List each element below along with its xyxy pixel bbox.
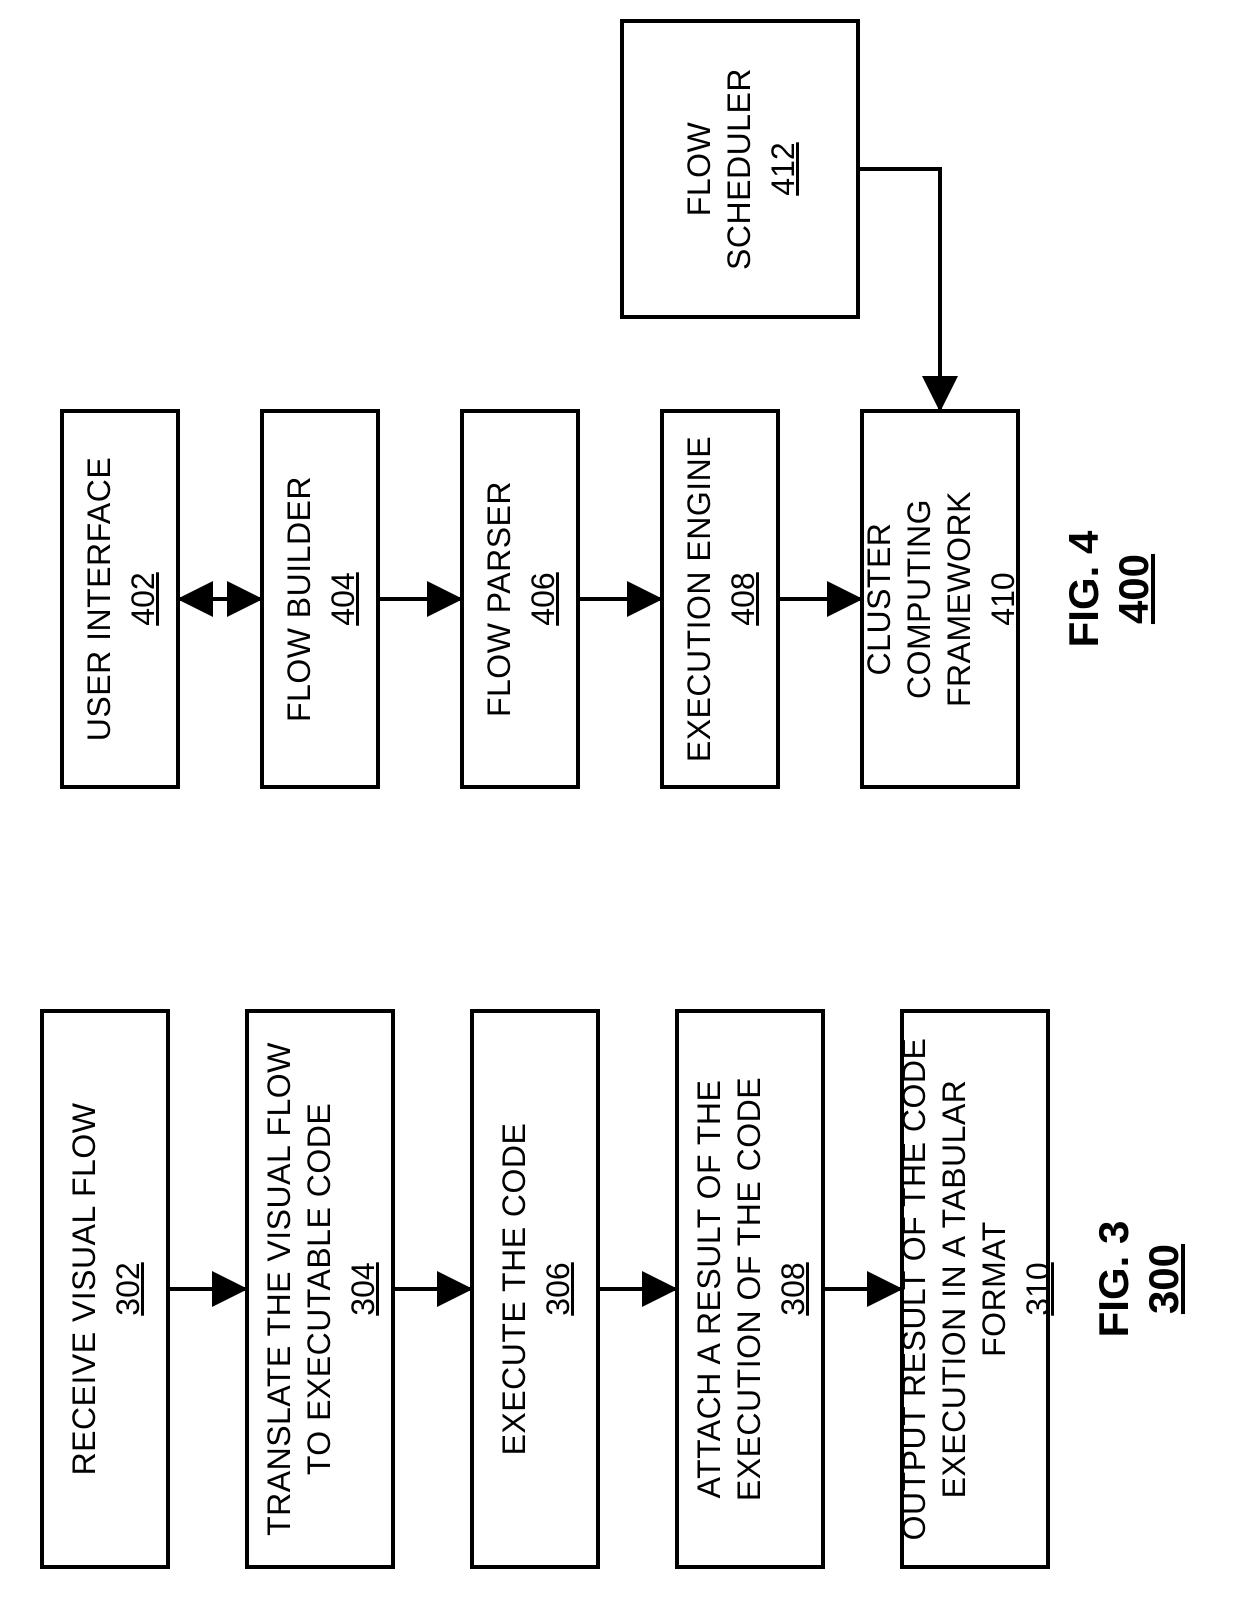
fig4-engine-ref: 408 — [725, 572, 762, 625]
fig4-builder-title: FLOW BUILDER — [279, 476, 319, 722]
fig4-cluster-framework: CLUSTER COMPUTING FRAMEWORK 410 — [860, 409, 1020, 789]
fig4-ui-ref: 402 — [125, 572, 162, 625]
fig3-step-translate: TRANSLATE THE VISUAL FLOW TO EXECUTABLE … — [245, 1009, 395, 1569]
fig4-flow-scheduler: FLOW SCHEDULER 412 — [620, 19, 860, 319]
fig4-flow-builder: FLOW BUILDER 404 — [260, 409, 380, 789]
fig4-user-interface: USER INTERFACE 402 — [60, 409, 180, 789]
fig3-step2-ref: 304 — [345, 1262, 382, 1315]
figure4-caption-visible: FIG. 4 400 — [1060, 499, 1158, 679]
fig3-step-output: OUTPUT RESULT OF THE CODE EXECUTION IN A… — [900, 1009, 1050, 1569]
fig4-sched-ref: 412 — [765, 142, 802, 195]
fig4-parser-title: FLOW PARSER — [479, 481, 519, 717]
fig4-builder-ref: 404 — [325, 572, 362, 625]
fig4-sched-title: FLOW SCHEDULER — [679, 43, 759, 295]
fig3-caption-text: FIG. 3 — [1090, 1221, 1137, 1338]
fig4-parser-ref: 406 — [525, 572, 562, 625]
fig4-cluster-title: CLUSTER COMPUTING FRAMEWORK — [859, 433, 979, 765]
fig4-caption-ref: 400 — [1110, 499, 1158, 679]
fig3-step5-title: OUTPUT RESULT OF THE CODE EXECUTION IN A… — [894, 1033, 1014, 1545]
fig4-flow-parser: FLOW PARSER 406 — [460, 409, 580, 789]
fig3-step4-ref: 308 — [775, 1262, 812, 1315]
fig3-step3-ref: 306 — [540, 1262, 577, 1315]
fig3-step1-title: RECEIVE VISUAL FLOW — [64, 1103, 104, 1476]
fig4-execution-engine: EXECUTION ENGINE 408 — [660, 409, 780, 789]
fig3-step2-title: TRANSLATE THE VISUAL FLOW TO EXECUTABLE … — [259, 1033, 339, 1545]
fig3-step3-title: EXECUTE THE CODE — [494, 1123, 534, 1456]
fig3-step5-ref: 310 — [1020, 1262, 1057, 1315]
fig3-step1-ref: 302 — [110, 1262, 147, 1315]
fig3-step-execute: EXECUTE THE CODE 306 — [470, 1009, 600, 1569]
fig3-step-receive: RECEIVE VISUAL FLOW 302 — [40, 1009, 170, 1569]
fig4-cluster-ref: 410 — [985, 572, 1022, 625]
figure3-caption-visible: FIG. 3 300 — [1090, 1189, 1188, 1369]
fig4-arrow-scheduler-cluster — [860, 169, 940, 409]
fig4-ui-title: USER INTERFACE — [79, 457, 119, 741]
fig4-caption-text: FIG. 4 — [1060, 531, 1107, 648]
fig3-step-attach: ATTACH A RESULT OF THE EXECUTION OF THE … — [675, 1009, 825, 1569]
fig3-step4-title: ATTACH A RESULT OF THE EXECUTION OF THE … — [689, 1033, 769, 1545]
fig4-engine-title: EXECUTION ENGINE — [679, 436, 719, 762]
fig3-caption-ref: 300 — [1140, 1189, 1188, 1369]
